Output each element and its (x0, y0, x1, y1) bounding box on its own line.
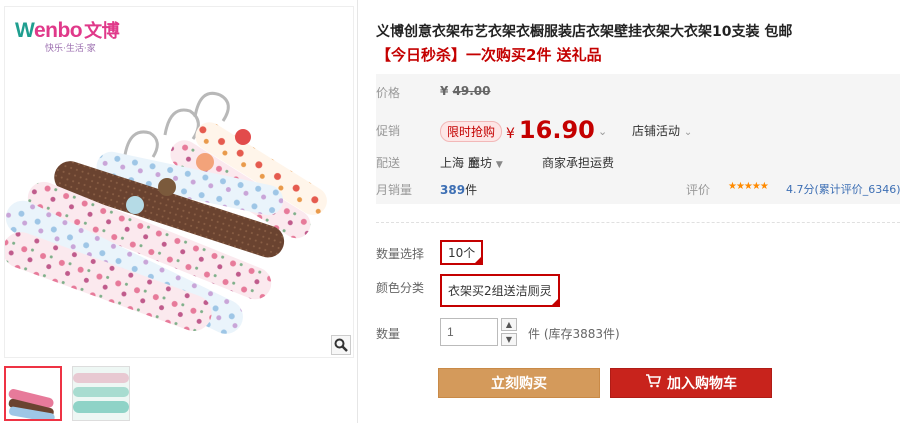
quantity-decrement-button[interactable]: ▼ (501, 333, 517, 346)
quantity-label: 数量 (376, 327, 401, 341)
brand-logo: Wenbo 文博 快乐·生活·家 (15, 19, 120, 54)
thumbnail-strip (4, 366, 130, 421)
price-panel: 价格 ¥ 49.00 促销 限时抢购 ¥16.90 ⌄ 店铺活动 ⌄ 配送 上海… (376, 74, 900, 204)
color-select-label: 颜色分类 (376, 281, 425, 295)
promo-price-row: 促销 限时抢购 ¥16.90 ⌄ 店铺活动 ⌄ (376, 116, 900, 146)
color-option-selected[interactable]: 衣架买2组送洁厕灵 (440, 274, 560, 307)
sales-count: 389件 (440, 183, 478, 197)
caret-down-icon: ▼ (495, 160, 503, 170)
buy-now-button[interactable]: 立刻购买 (438, 368, 600, 398)
main-product-image[interactable]: Wenbo 文博 快乐·生活·家 (4, 6, 354, 358)
thumbnail-2[interactable] (72, 366, 130, 421)
shipping-note: 商家承担运费 (542, 156, 615, 170)
sales-row: 月销量 389件 评价 ★★★★★ 4.7分(累计评价_6346) (376, 181, 900, 197)
quantity-input[interactable] (440, 318, 498, 346)
price-label: 价格 (376, 86, 401, 100)
quantity-increment-button[interactable]: ▲ (501, 318, 517, 331)
stock-info: 件 (库存3883件) (528, 327, 620, 341)
qty-option-selected[interactable]: 10个 (440, 240, 484, 265)
zoom-icon[interactable] (331, 335, 351, 355)
cart-icon (645, 374, 662, 392)
add-to-cart-label: 加入购物车 (667, 376, 737, 392)
chevron-down-icon[interactable]: ⌄ (598, 125, 607, 138)
original-price-row: 价格 ¥ 49.00 (376, 84, 900, 100)
divider (376, 222, 900, 223)
shop-activity-dropdown[interactable]: 店铺活动 ⌄ (632, 122, 692, 139)
hangers-photo (5, 91, 327, 334)
rating-summary[interactable]: 4.7分(累计评价_6346) (786, 181, 900, 197)
original-price: ¥ 49.00 (440, 84, 491, 98)
limited-time-tag: 限时抢购 (440, 121, 503, 142)
delivery-label: 配送 (376, 156, 401, 170)
promo-price: ¥16.90 (506, 116, 595, 144)
thumbnail-1[interactable] (4, 366, 62, 421)
promo-headline: 【今日秒杀】一次购买2件 送礼品 (376, 46, 602, 64)
product-gallery: Wenbo 文博 快乐·生活·家 (0, 0, 358, 423)
star-icon: ★★★★★ (728, 181, 769, 192)
product-detail: 义博创意衣架布艺衣架衣橱服装店衣架壁挂衣架大衣架10支装 包邮 【今日秒杀】一次… (376, 0, 900, 423)
chevron-down-icon: ⌄ (683, 127, 693, 138)
add-to-cart-button[interactable]: 加入购物车 (610, 368, 772, 398)
rating-label: 评价 (686, 183, 711, 197)
delivery-row: 配送 上海 至 廊坊 ▼ 商家承担运费 (376, 154, 900, 170)
buy-now-label: 立刻购买 (491, 376, 547, 392)
sales-label: 月销量 (376, 183, 413, 197)
ship-to-dropdown[interactable]: 廊坊 ▼ (468, 154, 503, 171)
qty-select-label: 数量选择 (376, 247, 425, 261)
promo-label: 促销 (376, 124, 401, 138)
product-title: 义博创意衣架布艺衣架衣橱服装店衣架壁挂衣架大衣架10支装 包邮 (376, 24, 793, 40)
